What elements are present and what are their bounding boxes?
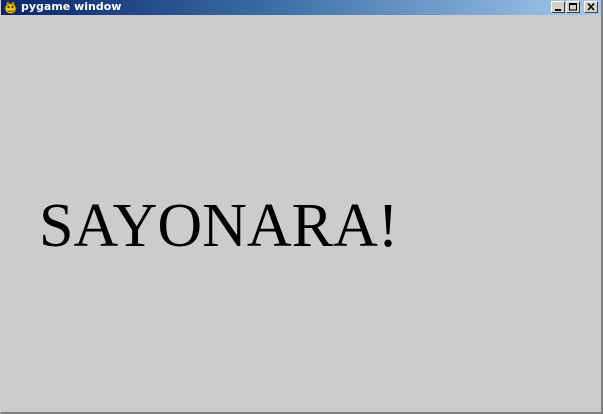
- minimize-button[interactable]: [551, 1, 565, 13]
- sayonara-message: SAYONARA!: [39, 192, 399, 260]
- close-icon: [587, 2, 595, 11]
- maximize-icon: [569, 3, 577, 11]
- title-bar[interactable]: pygame window: [1, 0, 601, 15]
- pygame-window: pygame window SAYONARA!: [0, 0, 603, 414]
- window-title: pygame window: [21, 0, 122, 13]
- maximize-button[interactable]: [566, 1, 580, 13]
- pygame-snake-icon[interactable]: [3, 0, 18, 15]
- minimize-icon: [555, 9, 561, 11]
- close-button[interactable]: [584, 1, 598, 13]
